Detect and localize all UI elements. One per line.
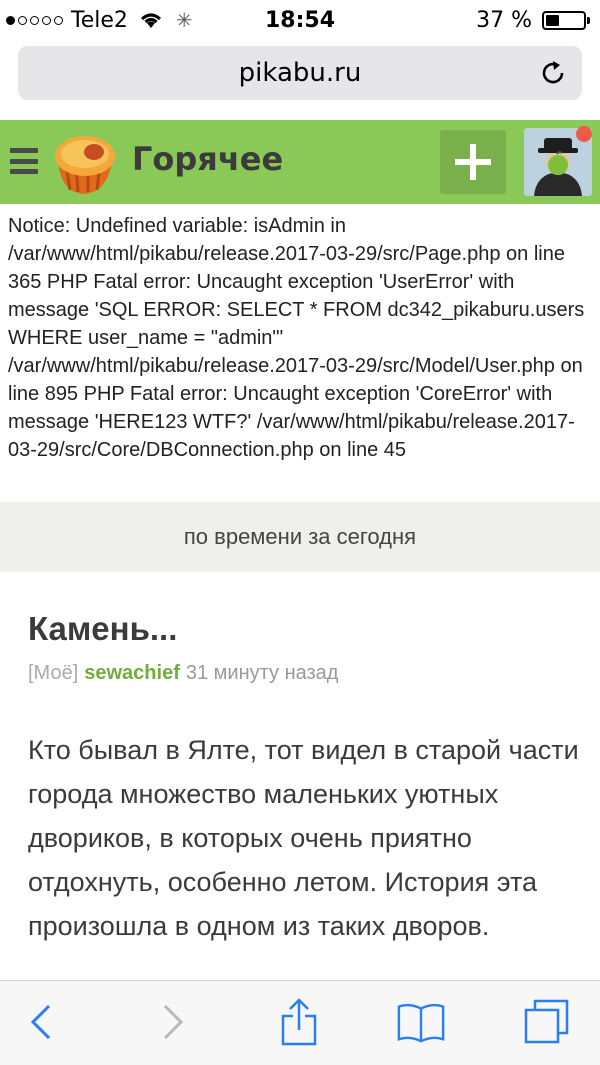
- carrier-name: Tele2: [71, 7, 128, 33]
- status-bar: Tele2 ✳ 18:54 37 %: [0, 0, 600, 40]
- time-filter-label: по времени за сегодня: [183, 524, 417, 549]
- menu-icon[interactable]: [10, 148, 38, 174]
- post-title[interactable]: Камень...: [28, 610, 177, 648]
- share-button[interactable]: [274, 997, 324, 1047]
- bookmarks-icon: [397, 1003, 445, 1043]
- back-icon: [30, 1004, 51, 1040]
- forward-icon: [163, 1004, 184, 1040]
- post-meta: [Моё] sewachief 31 минуту назад: [28, 662, 338, 685]
- notification-badge: [576, 126, 592, 142]
- tabs-button[interactable]: [522, 997, 572, 1047]
- back-button[interactable]: [16, 997, 66, 1047]
- url-text: pikabu.ru: [238, 58, 362, 88]
- post-time: 31 минуту назад: [185, 662, 339, 684]
- bookmarks-button[interactable]: [396, 997, 446, 1047]
- tabs-icon: [524, 999, 569, 1044]
- post-tag[interactable]: [Моё]: [28, 662, 78, 684]
- post-author[interactable]: sewachief: [84, 662, 180, 684]
- post-body: Кто бывал в Ялте, тот видел в старой час…: [28, 735, 579, 941]
- reload-icon[interactable]: [538, 58, 568, 88]
- pikabu-logo-icon[interactable]: [50, 130, 120, 198]
- share-icon: [281, 998, 317, 1046]
- battery-icon: [542, 11, 590, 30]
- plus-icon: [455, 144, 491, 180]
- time-filter[interactable]: по времени за сегодня: [0, 502, 600, 572]
- address-bar[interactable]: pikabu.ru: [18, 46, 582, 100]
- browser-toolbar: [0, 980, 600, 1065]
- activity-spinner-icon: ✳: [175, 8, 193, 32]
- add-post-button[interactable]: [440, 130, 506, 194]
- site-header: Горячее: [0, 120, 600, 204]
- battery-percent: 37 %: [476, 7, 532, 33]
- wifi-icon: [140, 13, 161, 28]
- signal-strength-icon: [6, 15, 63, 25]
- page-title: Горячее: [132, 140, 284, 178]
- battery-level: [546, 15, 560, 26]
- forward-button[interactable]: [148, 997, 198, 1047]
- php-error-message: Notice: Undefined variable: isAdmin in /…: [8, 215, 585, 461]
